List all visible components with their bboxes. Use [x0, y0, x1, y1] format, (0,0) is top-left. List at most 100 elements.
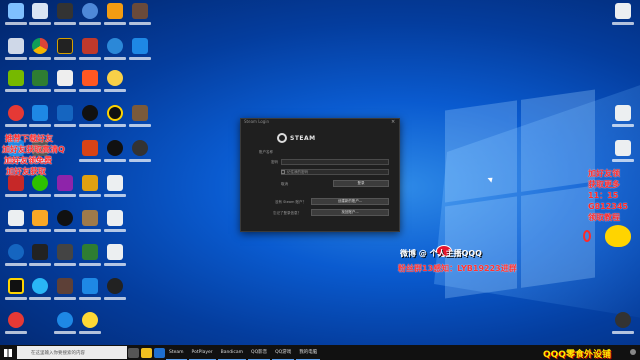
app-icon: [82, 244, 98, 260]
desktop-icon[interactable]: [5, 244, 27, 272]
desktop-icon[interactable]: [54, 38, 76, 66]
notice-line: 11：15: [588, 191, 619, 200]
desktop-icon[interactable]: [79, 210, 101, 238]
desktop-icon[interactable]: [29, 210, 51, 238]
desktop-icon[interactable]: [129, 3, 151, 31]
app-icon: [82, 3, 98, 19]
desktop-icon[interactable]: [5, 210, 27, 238]
desktop-icon-chrome[interactable]: [29, 38, 51, 66]
desktop-icon[interactable]: [612, 105, 634, 133]
desktop-icon[interactable]: [5, 278, 27, 306]
desktop-icon[interactable]: [104, 3, 126, 31]
file-explorer-icon[interactable]: [141, 347, 152, 358]
desktop-icon[interactable]: [79, 3, 101, 31]
app-icon: [57, 105, 73, 121]
desktop-icon[interactable]: [5, 175, 27, 203]
window-titlebar[interactable]: Steam Login ×: [241, 119, 399, 126]
desktop-icon[interactable]: [79, 70, 101, 98]
desktop-icon[interactable]: [79, 312, 101, 340]
desktop-icon[interactable]: [5, 312, 27, 340]
app-icon: [57, 38, 73, 54]
desktop-icon[interactable]: [104, 70, 126, 98]
notification-icon[interactable]: [630, 349, 636, 355]
login-button[interactable]: 登录: [333, 180, 389, 187]
right-notice: 加好友领 获取更多 11：15 G812345 领取教程: [588, 168, 628, 223]
account-label: 账户名称: [259, 150, 273, 154]
desktop-icon[interactable]: [54, 312, 76, 340]
recover-account-button[interactable]: 找回账户...: [311, 209, 389, 216]
document-icon: [615, 3, 631, 19]
desktop-icon[interactable]: [54, 3, 76, 31]
wechat-icon: [32, 175, 48, 191]
desktop-icon[interactable]: [5, 38, 27, 66]
desktop-icon[interactable]: [79, 175, 101, 203]
qq-penguin-icon: [82, 105, 98, 121]
desktop-icon[interactable]: [29, 3, 51, 31]
desktop-icon-qq[interactable]: [79, 105, 101, 133]
overlay-text: 加好友领免费: [4, 156, 52, 165]
desktop-icon[interactable]: [129, 105, 151, 133]
nvidia-icon: [8, 70, 24, 86]
taskbar-app-bandicam[interactable]: Bandicam: [217, 345, 247, 360]
desktop-icon-wechat[interactable]: [29, 175, 51, 203]
steam-icon: [277, 133, 287, 143]
desktop-icon[interactable]: [29, 70, 51, 98]
desktop-icon[interactable]: [129, 140, 151, 168]
app-icon: [8, 312, 24, 328]
taskbar-search[interactable]: 在这里输入你要搜索的内容: [17, 346, 127, 359]
desktop-icon[interactable]: [104, 140, 126, 168]
notice-line: 领取教程: [588, 213, 620, 222]
notice-line: G812345: [588, 202, 628, 211]
desktop-icon[interactable]: [54, 278, 76, 306]
taskbar-app-potplayer[interactable]: PotPlayer: [188, 345, 216, 360]
no-account-label: 没有 Steam 账户？: [275, 200, 307, 204]
desktop-icon[interactable]: [129, 38, 151, 66]
windows-icon: [4, 348, 12, 357]
desktop-icon[interactable]: [79, 278, 101, 306]
desktop-icon[interactable]: [29, 278, 51, 306]
notice-line: 加好友领: [588, 169, 620, 178]
desktop-icon[interactable]: [104, 175, 126, 203]
desktop-icon[interactable]: [612, 140, 634, 168]
desktop-icon[interactable]: [54, 244, 76, 272]
forgot-label: 忘记了登录信息？: [273, 211, 301, 215]
app-icon: [57, 3, 73, 19]
desktop-icon[interactable]: [29, 244, 51, 272]
taskbar-app[interactable]: QQ游戏: [272, 345, 295, 360]
desktop-icon[interactable]: [79, 244, 101, 272]
desktop-icon[interactable]: [54, 175, 76, 203]
taskbar-app-steam[interactable]: Steam: [166, 345, 187, 360]
account-input[interactable]: [281, 159, 389, 165]
store-icon[interactable]: [154, 347, 165, 358]
desktop-icon[interactable]: [29, 105, 51, 133]
create-account-button[interactable]: 创建新的账户...: [311, 198, 389, 205]
start-button[interactable]: [0, 345, 16, 360]
desktop-icon[interactable]: [79, 140, 101, 168]
desktop-icon[interactable]: [79, 38, 101, 66]
desktop-icon[interactable]: [612, 312, 634, 340]
desktop-icon[interactable]: [54, 105, 76, 133]
desktop-icon-this-pc[interactable]: [5, 3, 27, 31]
task-view-icon[interactable]: [128, 347, 139, 358]
desktop-icon[interactable]: [104, 244, 126, 272]
desktop-icon[interactable]: [5, 105, 27, 133]
app-icon: [132, 38, 148, 54]
remember-checkbox[interactable]: [281, 170, 285, 174]
desktop-icon[interactable]: [54, 210, 76, 238]
taskbar-app[interactable]: QQ影音: [248, 345, 271, 360]
app-icon: [32, 3, 48, 19]
desktop-icon[interactable]: [612, 3, 634, 31]
steam-login-window[interactable]: Steam Login × STEAM 账户名称 密码 记住我的密码 取消 登录…: [240, 118, 400, 232]
steam-brand: STEAM: [290, 134, 316, 142]
document-icon: [8, 210, 24, 226]
app-icon: [132, 105, 148, 121]
desktop-icon[interactable]: [54, 70, 76, 98]
desktop-icon[interactable]: [104, 105, 126, 133]
close-icon[interactable]: ×: [391, 119, 395, 125]
desktop-icon-edge[interactable]: [104, 38, 126, 66]
computer-icon: [8, 3, 24, 19]
desktop-icon-nvidia[interactable]: [5, 70, 27, 98]
desktop-icon[interactable]: [104, 210, 126, 238]
desktop-icon[interactable]: [104, 278, 126, 306]
taskbar-app[interactable]: 我的电脑: [296, 345, 321, 360]
